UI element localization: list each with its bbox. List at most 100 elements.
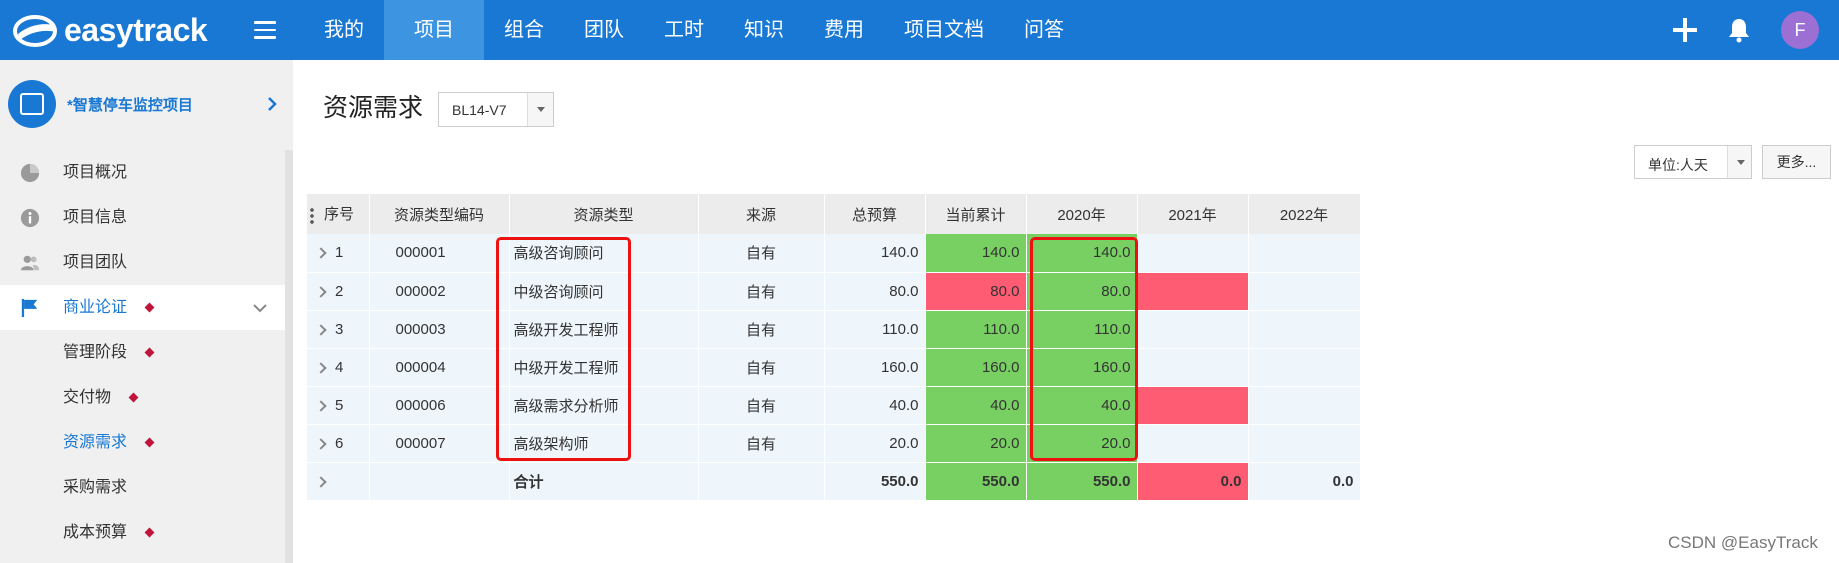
expand-row-icon[interactable] — [315, 247, 327, 259]
y2021-cell[interactable] — [1137, 386, 1249, 425]
row-number-cell[interactable]: 3 — [307, 310, 370, 349]
total-cell[interactable]: 140.0 — [824, 234, 926, 273]
column-header-2022[interactable]: 2022年 — [1248, 194, 1361, 234]
nav-item-mine[interactable]: 我的 — [304, 0, 384, 60]
type-cell[interactable]: 中级开发工程师 — [509, 348, 699, 387]
type-cell[interactable]: 高级需求分析师 — [509, 386, 699, 425]
y2022-cell[interactable] — [1248, 424, 1361, 463]
current-cell[interactable]: 160.0 — [925, 348, 1027, 387]
type-cell[interactable]: 高级咨询顾问 — [509, 234, 699, 273]
y2020-cell[interactable]: 20.0 — [1026, 424, 1138, 463]
expand-row-icon[interactable] — [315, 437, 327, 450]
y2020-cell[interactable]: 140.0 — [1026, 234, 1138, 273]
sidebar-item-info[interactable]: 项目信息 — [0, 195, 285, 240]
y2022-cell[interactable] — [1248, 234, 1361, 273]
total-cell[interactable]: 160.0 — [824, 348, 926, 387]
sidebar-scrollbar[interactable] — [285, 150, 293, 563]
y2020-cell[interactable]: 160.0 — [1026, 348, 1138, 387]
code-cell[interactable]: 000001 — [369, 234, 510, 273]
sidebar-item-resources[interactable]: 资源需求 — [0, 420, 285, 465]
sidebar-item-business-case[interactable]: 商业论证 — [0, 285, 285, 330]
y2020-cell[interactable]: 550.0 — [1026, 462, 1138, 501]
column-header-total[interactable]: 总预算 — [824, 194, 926, 234]
chevron-down-icon[interactable] — [527, 93, 553, 126]
source-cell[interactable]: 自有 — [698, 386, 825, 425]
chevron-down-icon[interactable] — [250, 298, 270, 318]
y2022-cell[interactable]: 0.0 — [1248, 462, 1361, 501]
y2020-cell[interactable]: 80.0 — [1026, 272, 1138, 311]
total-cell[interactable]: 110.0 — [824, 310, 926, 349]
table-row[interactable]: 4 000004 中级开发工程师 自有 160.0 160.0 160.0 — [307, 348, 1361, 387]
table-row[interactable]: 6 000007 高级架构师 自有 20.0 20.0 20.0 — [307, 424, 1361, 463]
column-header-no[interactable]: 序号 — [307, 194, 370, 234]
version-select[interactable]: BL14-V7 — [438, 92, 554, 127]
project-header[interactable]: *智慧停车监控项目 — [0, 60, 285, 150]
table-row[interactable]: 1 000001 高级咨询顾问 自有 140.0 140.0 140.0 — [307, 234, 1361, 273]
y2022-cell[interactable] — [1248, 348, 1361, 387]
expand-row-icon[interactable] — [315, 361, 327, 374]
y2022-cell[interactable] — [1248, 310, 1361, 349]
expand-row-icon[interactable] — [315, 285, 327, 298]
unit-select[interactable]: 单位:人天 — [1634, 145, 1752, 179]
y2022-cell[interactable] — [1248, 272, 1361, 311]
sidebar-item-procurement[interactable]: 采购需求 — [0, 465, 285, 510]
total-cell[interactable]: 20.0 — [824, 424, 926, 463]
chevron-right-icon[interactable] — [262, 94, 282, 114]
type-cell[interactable]: 高级架构师 — [509, 424, 699, 463]
nav-item-documents[interactable]: 项目文档 — [884, 0, 1004, 60]
total-cell[interactable]: 80.0 — [824, 272, 926, 311]
column-header-source[interactable]: 来源 — [698, 194, 825, 234]
y2022-cell[interactable] — [1248, 386, 1361, 425]
type-cell[interactable]: 中级咨询顾问 — [509, 272, 699, 311]
more-button[interactable]: 更多... — [1762, 145, 1831, 179]
row-number-cell[interactable]: 1 — [307, 234, 370, 273]
source-cell[interactable]: 自有 — [698, 348, 825, 387]
current-cell[interactable]: 80.0 — [925, 272, 1027, 311]
nav-item-projects[interactable]: 项目 — [384, 0, 484, 60]
sidebar-item-stages[interactable]: 管理阶段 — [0, 330, 285, 375]
nav-item-timesheet[interactable]: 工时 — [644, 0, 724, 60]
type-cell[interactable]: 高级开发工程师 — [509, 310, 699, 349]
current-cell[interactable]: 110.0 — [925, 310, 1027, 349]
bell-icon[interactable] — [1727, 17, 1751, 43]
row-number-cell[interactable]: 6 — [307, 424, 370, 463]
table-row[interactable]: 3 000003 高级开发工程师 自有 110.0 110.0 110.0 — [307, 310, 1361, 349]
code-cell[interactable] — [369, 462, 510, 501]
nav-item-portfolio[interactable]: 组合 — [484, 0, 564, 60]
y2021-cell[interactable]: 0.0 — [1137, 462, 1249, 501]
code-cell[interactable]: 000007 — [369, 424, 510, 463]
nav-item-expenses[interactable]: 费用 — [804, 0, 884, 60]
row-number-cell[interactable] — [307, 462, 370, 501]
y2021-cell[interactable] — [1137, 272, 1249, 311]
row-number-cell[interactable]: 5 — [307, 386, 370, 425]
chevron-down-icon[interactable] — [1727, 146, 1751, 178]
y2021-cell[interactable] — [1137, 310, 1249, 349]
current-cell[interactable]: 550.0 — [925, 462, 1027, 501]
sidebar-item-budget[interactable]: 成本预算 — [0, 510, 285, 555]
table-row[interactable]: 2 000002 中级咨询顾问 自有 80.0 80.0 80.0 — [307, 272, 1361, 311]
column-header-type[interactable]: 资源类型 — [509, 194, 699, 234]
total-cell[interactable]: 40.0 — [824, 386, 926, 425]
column-header-2021[interactable]: 2021年 — [1137, 194, 1249, 234]
nav-item-knowledge[interactable]: 知识 — [724, 0, 804, 60]
sidebar-item-team[interactable]: 项目团队 — [0, 240, 285, 285]
sidebar-item-overview[interactable]: 项目概况 — [0, 150, 285, 195]
total-label-cell[interactable]: 合计 — [509, 462, 699, 501]
code-cell[interactable]: 000002 — [369, 272, 510, 311]
y2021-cell[interactable] — [1137, 424, 1249, 463]
menu-toggle-icon[interactable] — [254, 21, 276, 39]
code-cell[interactable]: 000006 — [369, 386, 510, 425]
row-number-cell[interactable]: 2 — [307, 272, 370, 311]
expand-row-icon[interactable] — [315, 399, 327, 412]
nav-item-qa[interactable]: 问答 — [1004, 0, 1084, 60]
source-cell[interactable]: 自有 — [698, 272, 825, 311]
sidebar-item-deliverables[interactable]: 交付物 — [0, 375, 285, 420]
table-row[interactable]: 5 000006 高级需求分析师 自有 40.0 40.0 40.0 — [307, 386, 1361, 425]
y2020-cell[interactable]: 40.0 — [1026, 386, 1138, 425]
total-cell[interactable]: 550.0 — [824, 462, 926, 501]
add-icon[interactable] — [1673, 18, 1697, 42]
code-cell[interactable]: 000003 — [369, 310, 510, 349]
column-header-current[interactable]: 当前累计 — [925, 194, 1027, 234]
column-header-2020[interactable]: 2020年 — [1026, 194, 1138, 234]
y2021-cell[interactable] — [1137, 348, 1249, 387]
